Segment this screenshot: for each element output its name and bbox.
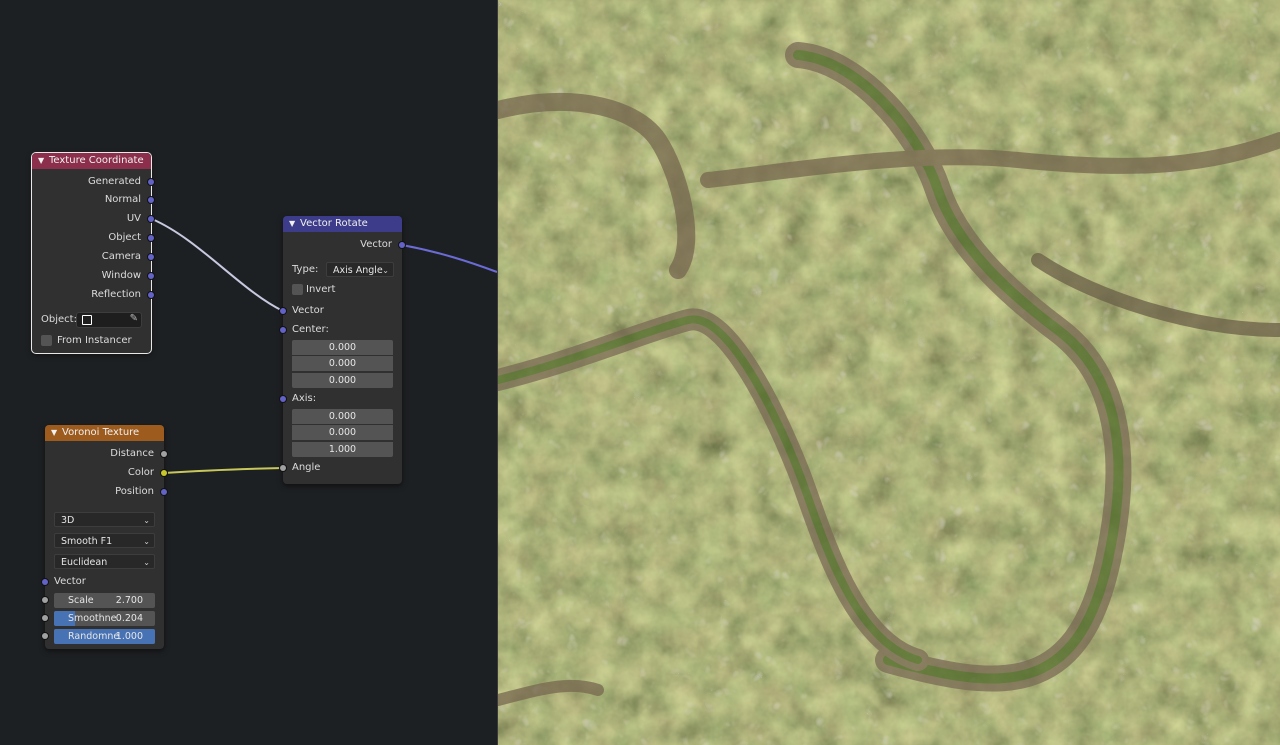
invert-label: Invert xyxy=(306,284,336,295)
vector-rotate-header[interactable]: ▼ Vector Rotate xyxy=(283,216,402,232)
output-object: Object xyxy=(32,231,154,245)
render-viewport[interactable]: › xyxy=(498,0,1280,745)
socket-icon[interactable] xyxy=(148,197,154,203)
chevron-down-icon: ⌄ xyxy=(143,558,150,567)
dimension-dropdown[interactable]: 3D ⌄ xyxy=(54,512,155,527)
chevron-down-icon: ⌄ xyxy=(382,266,389,275)
object-field[interactable]: ✎ xyxy=(76,312,142,328)
socket-icon[interactable] xyxy=(161,470,167,476)
node-title: Texture Coordinate xyxy=(49,155,144,166)
voronoi-texture-node[interactable]: ▼ Voronoi Texture Distance Color Position… xyxy=(42,425,167,649)
socket-icon[interactable] xyxy=(280,396,286,402)
object-icon xyxy=(82,315,92,325)
output-reflection: Reflection xyxy=(32,288,154,302)
socket-icon[interactable] xyxy=(161,489,167,495)
feature-dropdown[interactable]: Smooth F1 ⌄ xyxy=(54,533,155,548)
socket-icon[interactable] xyxy=(280,465,286,471)
output-camera: Camera xyxy=(32,250,154,264)
link-color-to-angle xyxy=(163,467,284,474)
socket-icon[interactable] xyxy=(148,235,154,241)
invert-checkbox[interactable] xyxy=(292,284,303,295)
socket-icon[interactable] xyxy=(161,451,167,457)
input-axis: Axis: xyxy=(280,392,402,406)
eyedropper-icon[interactable]: ✎ xyxy=(130,313,138,324)
type-label: Type: xyxy=(292,264,319,275)
input-vector: Vector xyxy=(280,304,402,318)
smoothness-slider[interactable]: Smoothne 0.204 xyxy=(42,611,155,626)
from-instancer-row[interactable]: From Instancer xyxy=(32,334,151,348)
rendered-terrain-image xyxy=(498,0,1280,745)
from-instancer-checkbox[interactable] xyxy=(41,335,52,346)
socket-icon[interactable] xyxy=(148,273,154,279)
node-title: Vector Rotate xyxy=(300,218,368,229)
axis-y-field[interactable]: 0.000 xyxy=(292,425,393,440)
center-y-field[interactable]: 0.000 xyxy=(292,356,393,371)
socket-icon[interactable] xyxy=(42,633,48,639)
output-uv: UV xyxy=(32,212,154,226)
invert-row[interactable]: Invert xyxy=(283,283,402,297)
chevron-down-icon: ⌄ xyxy=(143,516,150,525)
socket-icon[interactable] xyxy=(42,597,48,603)
input-angle: Angle xyxy=(280,461,402,475)
socket-icon[interactable] xyxy=(399,242,405,248)
sidebar-toggle-icon[interactable]: › xyxy=(498,0,502,10)
axis-z-field[interactable]: 1.000 xyxy=(292,442,393,457)
node-editor[interactable]: ▼ Texture Coordinate Generated Normal UV … xyxy=(0,0,497,745)
scale-slider[interactable]: Scale 2.700 xyxy=(42,593,155,608)
texture-coordinate-node[interactable]: ▼ Texture Coordinate Generated Normal UV … xyxy=(31,152,154,354)
output-position: Position xyxy=(45,485,167,499)
output-normal: Normal xyxy=(32,193,154,207)
object-label: Object: xyxy=(41,314,77,325)
axis-x-field[interactable]: 0.000 xyxy=(292,409,393,424)
socket-icon[interactable] xyxy=(280,308,286,314)
link-vector-out xyxy=(401,244,497,273)
type-dropdown[interactable]: Axis Angle ⌄ xyxy=(326,262,394,277)
voronoi-texture-header[interactable]: ▼ Voronoi Texture xyxy=(45,425,164,441)
output-distance: Distance xyxy=(45,447,167,461)
output-window: Window xyxy=(32,269,154,283)
input-vector: Vector xyxy=(42,575,164,589)
vector-rotate-node[interactable]: ▼ Vector Rotate Vector Type: Axis Angle ⌄ … xyxy=(280,216,405,484)
randomness-slider[interactable]: Randomne 1.000 xyxy=(42,629,155,644)
socket-icon[interactable] xyxy=(42,579,48,585)
socket-icon[interactable] xyxy=(148,292,154,298)
from-instancer-label: From Instancer xyxy=(57,335,132,346)
socket-icon[interactable] xyxy=(148,254,154,260)
output-color: Color xyxy=(45,466,167,480)
output-vector: Vector xyxy=(283,238,405,252)
socket-icon[interactable] xyxy=(148,216,154,222)
metric-dropdown[interactable]: Euclidean ⌄ xyxy=(54,554,155,569)
node-title: Voronoi Texture xyxy=(62,427,140,438)
socket-icon[interactable] xyxy=(42,615,48,621)
link-uv-to-vector xyxy=(151,218,284,312)
collapse-chevron-icon[interactable]: ▼ xyxy=(289,216,300,232)
socket-icon[interactable] xyxy=(280,327,286,333)
output-generated: Generated xyxy=(32,175,154,189)
texture-coordinate-header[interactable]: ▼ Texture Coordinate xyxy=(32,153,151,169)
input-center: Center: xyxy=(280,323,402,337)
collapse-chevron-icon[interactable]: ▼ xyxy=(51,425,62,441)
collapse-chevron-icon[interactable]: ▼ xyxy=(38,153,49,169)
chevron-down-icon: ⌄ xyxy=(143,537,150,546)
socket-icon[interactable] xyxy=(148,179,154,185)
center-x-field[interactable]: 0.000 xyxy=(292,340,393,355)
center-z-field[interactable]: 0.000 xyxy=(292,373,393,388)
